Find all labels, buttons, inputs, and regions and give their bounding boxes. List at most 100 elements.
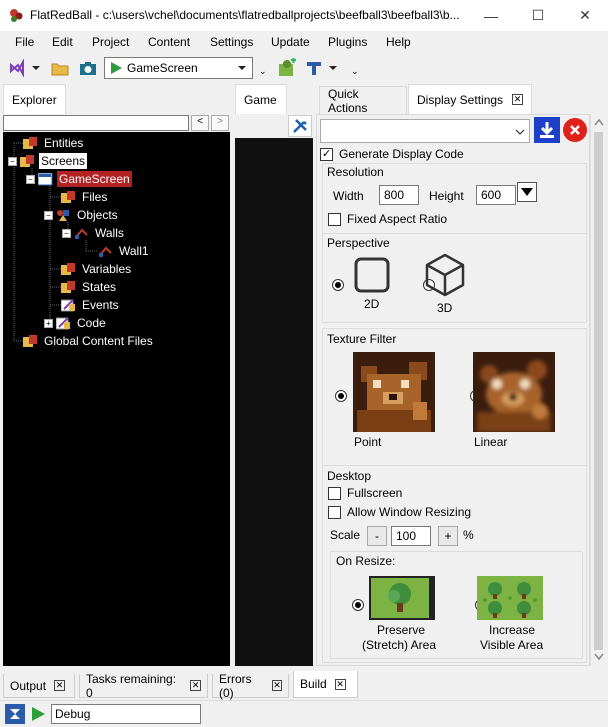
tree-item-label: GameScreen <box>57 171 132 187</box>
camera-icon[interactable] <box>77 57 99 79</box>
tab-errors[interactable]: Errors (0) ✕ <box>212 672 289 700</box>
allow-resize-checkbox[interactable] <box>328 505 341 519</box>
menu-help[interactable]: Help <box>386 35 411 49</box>
tree-item-variables[interactable]: Variables <box>61 260 133 278</box>
chevron-down-icon[interactable] <box>325 57 341 79</box>
tab-game[interactable]: Game <box>235 84 287 114</box>
menu-settings[interactable]: Settings <box>210 35 253 49</box>
scroll-up-icon[interactable] <box>594 118 604 126</box>
toolbar-overflow-icon[interactable]: ⌄ <box>351 66 359 77</box>
tree-item-events[interactable]: Events <box>61 296 121 314</box>
tree-item-states[interactable]: States <box>61 278 118 296</box>
fullscreen-checkbox[interactable] <box>328 486 341 500</box>
tree-item-code[interactable]: + Code <box>44 314 108 332</box>
bear-linear-image <box>473 352 555 432</box>
collapse-icon[interactable]: − <box>26 174 35 184</box>
open-folder-icon[interactable] <box>49 57 71 79</box>
fixed-aspect-checkbox[interactable] <box>328 212 341 226</box>
download-icon <box>540 122 554 138</box>
maximize-button[interactable]: ☐ <box>515 0 561 31</box>
collapse-icon[interactable]: − <box>62 228 71 238</box>
fixed-aspect-label: Fixed Aspect Ratio <box>347 212 448 226</box>
increase-label-line1: Increase <box>489 623 536 637</box>
back-button[interactable]: < <box>191 115 209 131</box>
build-config-icon[interactable] <box>5 704 25 724</box>
status-bar: Debug <box>0 700 608 727</box>
scale-input[interactable] <box>391 526 431 546</box>
explorer-search-input[interactable] <box>3 115 189 131</box>
generate-code-row[interactable]: Generate Display Code <box>320 147 464 161</box>
add-item-icon[interactable] <box>276 57 298 79</box>
tab-tasks[interactable]: Tasks remaining: 0 ✕ <box>79 672 208 700</box>
resolution-preset-button[interactable] <box>517 182 537 202</box>
run-icon[interactable] <box>28 704 48 724</box>
folder-icon <box>20 154 34 167</box>
tab-display-settings[interactable]: Display Settings ✕ <box>408 84 532 114</box>
tab-quick-actions[interactable]: Quick Actions <box>319 86 407 115</box>
close-tab-icon[interactable]: ✕ <box>272 680 282 691</box>
tree-item-files[interactable]: Files <box>61 188 109 206</box>
screen-selector-dropdown[interactable]: GameScreen <box>104 57 253 79</box>
menu-content[interactable]: Content <box>148 35 190 49</box>
expand-icon[interactable]: + <box>44 318 53 328</box>
close-window-button[interactable]: ✕ <box>562 0 608 31</box>
visual-studio-icon[interactable] <box>6 57 28 79</box>
tree-item-screens[interactable]: − Screens <box>8 152 88 170</box>
menu-file[interactable]: File <box>15 35 34 49</box>
delete-settings-button[interactable] <box>563 118 587 142</box>
menu-plugins[interactable]: Plugins <box>328 35 367 49</box>
generate-code-checkbox[interactable] <box>320 147 333 161</box>
perspective-2d-radio[interactable] <box>332 279 344 291</box>
tree-item-entities[interactable]: Entities <box>23 134 85 152</box>
tree-item-wall1[interactable]: Wall1 <box>98 242 151 260</box>
perspective-group: Perspective 2D 3D <box>322 233 587 323</box>
tree-item-label: Objects <box>77 208 118 222</box>
tab-output[interactable]: Output ✕ <box>3 674 75 698</box>
minimize-button[interactable]: — <box>468 0 514 31</box>
width-input[interactable] <box>379 185 419 205</box>
tree-item-walls[interactable]: − Walls <box>62 224 126 242</box>
toolbar-overflow-icon[interactable]: ⌄ <box>259 66 267 77</box>
tree-item-label: Files <box>82 190 108 204</box>
menu-edit[interactable]: Edit <box>52 35 73 49</box>
tree-item-global-content[interactable]: Global Content Files <box>23 332 155 350</box>
game-viewport[interactable] <box>235 138 313 666</box>
collapse-icon[interactable]: − <box>44 210 53 220</box>
allow-resize-row[interactable]: Allow Window Resizing <box>328 505 471 519</box>
folder-icon <box>61 190 75 203</box>
scroll-down-icon[interactable] <box>594 653 604 661</box>
close-tab-icon[interactable]: ✕ <box>190 680 201 691</box>
close-tab-icon[interactable]: ✕ <box>54 680 66 691</box>
close-tab-icon[interactable]: ✕ <box>334 678 346 690</box>
fixed-aspect-row[interactable]: Fixed Aspect Ratio <box>328 212 447 226</box>
square-2d-icon <box>354 257 390 293</box>
menu-update[interactable]: Update <box>271 35 310 49</box>
collapse-icon[interactable]: − <box>8 156 17 166</box>
build-config-field[interactable]: Debug <box>51 704 201 724</box>
tab-build[interactable]: Build ✕ <box>293 671 358 698</box>
bear-point-image <box>353 352 435 432</box>
explorer-tree[interactable]: Entities − Screens − GameScreen Files − … <box>3 132 230 666</box>
tree-item-objects[interactable]: − Objects <box>44 206 120 224</box>
wrench-icon[interactable] <box>288 115 312 137</box>
scrollbar-thumb[interactable] <box>594 132 603 650</box>
height-input[interactable] <box>476 185 516 205</box>
play-icon <box>111 62 122 74</box>
scrollbar[interactable] <box>590 114 606 666</box>
settings-preset-dropdown[interactable] <box>320 119 530 143</box>
preserve-radio[interactable] <box>352 599 364 611</box>
fullscreen-row[interactable]: Fullscreen <box>328 486 402 500</box>
texture-filter-group: Texture Filter Point Linear <box>322 328 587 466</box>
scale-plus-button[interactable]: + <box>438 526 458 546</box>
tree-item-gamescreen[interactable]: − GameScreen <box>26 170 132 188</box>
close-tab-icon[interactable]: ✕ <box>512 94 523 105</box>
save-settings-button[interactable] <box>534 117 560 143</box>
tool-t-icon[interactable] <box>303 57 325 79</box>
texture-point-radio[interactable] <box>335 390 347 402</box>
perspective-3d-label: 3D <box>437 301 453 315</box>
forward-button[interactable]: > <box>211 115 229 131</box>
tab-explorer[interactable]: Explorer <box>3 84 66 114</box>
scale-minus-button[interactable]: - <box>367 526 387 546</box>
menu-project[interactable]: Project <box>92 35 129 49</box>
chevron-down-icon[interactable] <box>28 57 44 79</box>
